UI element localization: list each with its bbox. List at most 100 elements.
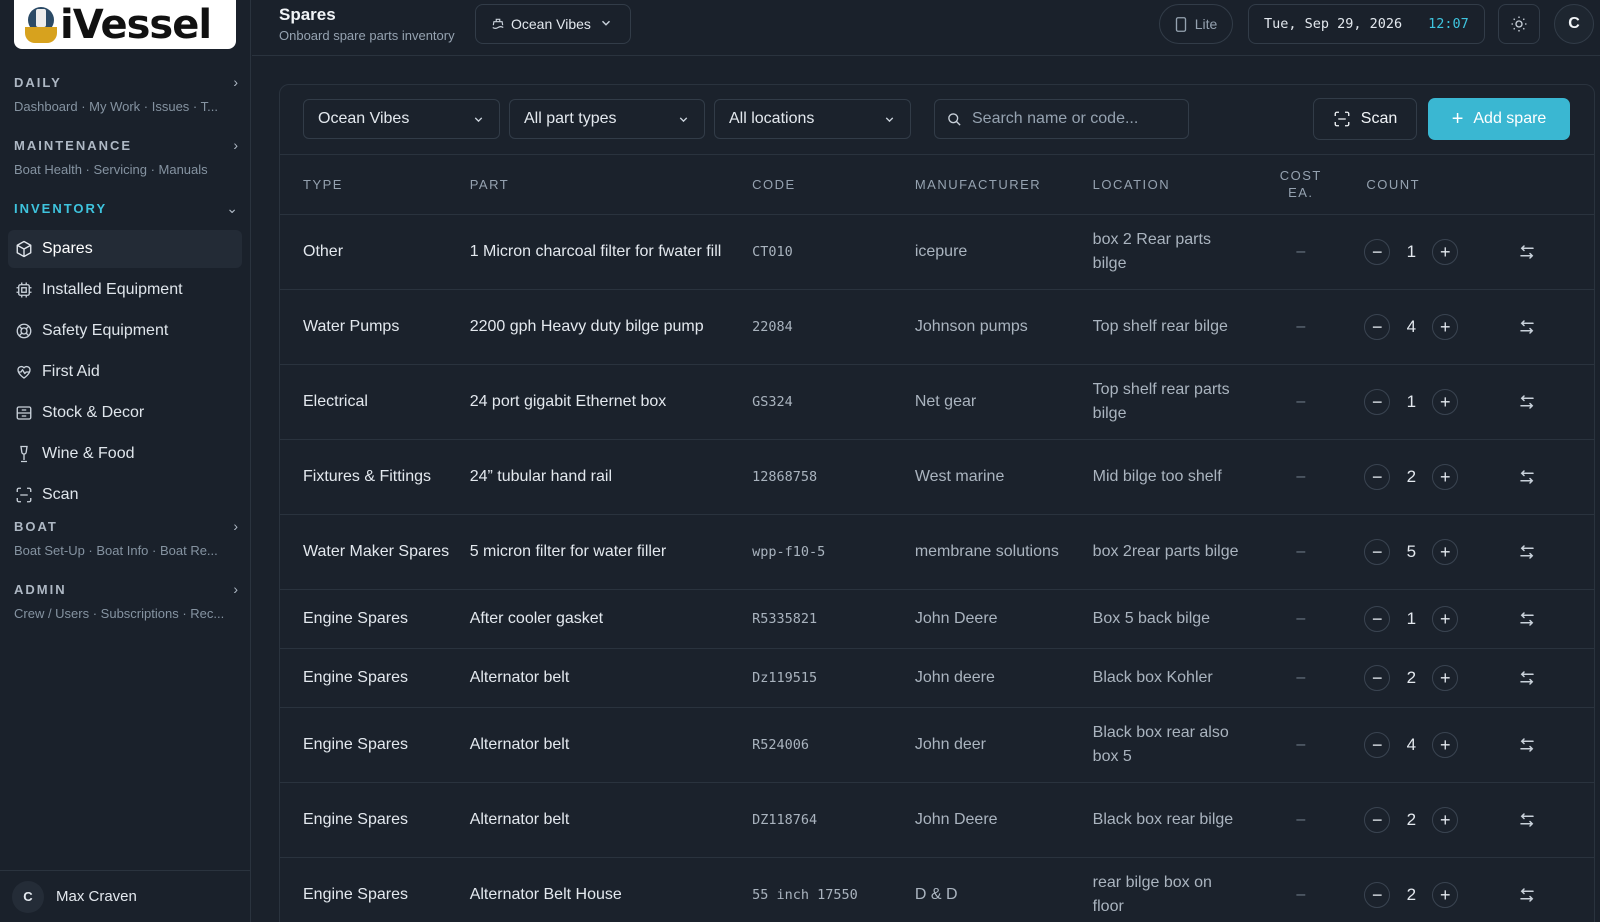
sidebar-item-scan[interactable]: Scan bbox=[8, 476, 242, 514]
decrement-button[interactable]: − bbox=[1364, 538, 1391, 565]
cell-count: −4 + bbox=[1329, 707, 1461, 783]
count-value: 2 bbox=[1406, 884, 1417, 904]
increment-button[interactable]: + bbox=[1432, 538, 1459, 565]
decrement-button[interactable]: − bbox=[1364, 731, 1391, 758]
cell-part: 1 Micron charcoal filter for fwater fill bbox=[469, 214, 753, 290]
box-icon bbox=[16, 240, 32, 258]
increment-button[interactable]: + bbox=[1432, 731, 1459, 758]
decrement-button[interactable]: − bbox=[1364, 238, 1391, 265]
cell-location: rear bilge box on floor bbox=[1092, 857, 1273, 922]
transfer-icon[interactable] bbox=[1518, 669, 1536, 687]
boat-logo-icon bbox=[22, 5, 58, 45]
decrement-button[interactable]: − bbox=[1364, 313, 1391, 340]
nav-section-boat[interactable]: BOAT › Boat Set-Up · Boat Info · Boat Re.… bbox=[14, 517, 238, 558]
add-spare-button[interactable]: + Add spare bbox=[1428, 98, 1570, 140]
decrement-button[interactable]: − bbox=[1364, 463, 1391, 490]
scan-icon bbox=[16, 487, 32, 503]
chevron-right-icon: › bbox=[233, 518, 238, 534]
cell-type: Water Pumps bbox=[280, 289, 470, 365]
increment-button[interactable]: + bbox=[1432, 664, 1459, 691]
sidebar-item-safety-equipment[interactable]: Safety Equipment bbox=[8, 312, 242, 350]
transfer-icon[interactable] bbox=[1518, 543, 1536, 561]
column-header-type[interactable]: TYPE bbox=[280, 155, 470, 215]
inventory-nav-items: Spares Installed Equipment Safety Equipm… bbox=[8, 230, 242, 517]
increment-button[interactable]: + bbox=[1432, 463, 1459, 490]
vessel-selector[interactable]: Ocean Vibes bbox=[475, 4, 631, 44]
column-header-count[interactable]: COUNT bbox=[1329, 155, 1461, 215]
cell-actions bbox=[1460, 648, 1594, 708]
table-row[interactable]: Other 1 Micron charcoal filter for fwater… bbox=[280, 214, 1594, 290]
heart-pulse-icon bbox=[17, 365, 31, 379]
app-logo[interactable]: iVessel bbox=[14, 0, 236, 49]
sidebar-item-installed-equipment[interactable]: Installed Equipment bbox=[8, 271, 242, 309]
table-row[interactable]: Engine Spares Alternator belt DZ118764 John… bbox=[280, 782, 1594, 858]
column-header-code[interactable]: CODE bbox=[752, 155, 915, 215]
current-time: 12:07 bbox=[1428, 16, 1469, 32]
nav-section-daily[interactable]: DAILY › Dashboard · My Work · Issues · T.… bbox=[14, 73, 238, 114]
cell-cost: – bbox=[1272, 857, 1330, 922]
transfer-icon[interactable] bbox=[1518, 610, 1536, 628]
increment-button[interactable]: + bbox=[1432, 238, 1459, 265]
transfer-icon[interactable] bbox=[1518, 318, 1536, 336]
user-avatar-button[interactable]: C bbox=[1554, 4, 1594, 44]
cell-code: 22084 bbox=[752, 289, 915, 365]
table-row[interactable]: Engine Spares Alternator belt Dz119515 John… bbox=[280, 648, 1594, 708]
location-filter-select[interactable]: All locations bbox=[714, 99, 911, 139]
increment-button[interactable]: + bbox=[1432, 881, 1459, 908]
scan-button[interactable]: Scan bbox=[1313, 98, 1417, 140]
lite-mode-toggle[interactable]: Lite bbox=[1159, 4, 1233, 44]
column-header-cost[interactable]: COST EA. bbox=[1272, 155, 1330, 215]
cell-part: Alternator belt bbox=[469, 648, 753, 708]
cell-actions bbox=[1460, 439, 1594, 515]
column-header-actions bbox=[1460, 155, 1594, 215]
table-row[interactable]: Water Maker Spares 5 micron filter for wa… bbox=[280, 514, 1594, 590]
nav-section-inventory[interactable]: INVENTORY ⌄ bbox=[14, 199, 238, 217]
table-row[interactable]: Electrical 24 port gigabit Ethernet box GS… bbox=[280, 364, 1594, 440]
decrement-button[interactable]: − bbox=[1364, 388, 1391, 415]
table-row[interactable]: Fixtures & Fittings 24” tubular hand rail… bbox=[280, 439, 1594, 515]
sidebar-item-first-aid[interactable]: First Aid bbox=[8, 353, 242, 391]
cell-count: −1 + bbox=[1329, 589, 1461, 649]
part-type-filter-select[interactable]: All part types bbox=[509, 99, 705, 139]
transfer-icon[interactable] bbox=[1518, 243, 1536, 261]
column-header-manufacturer[interactable]: MANUFACTURER bbox=[914, 155, 1093, 215]
transfer-icon[interactable] bbox=[1518, 736, 1536, 754]
decrement-button[interactable]: − bbox=[1364, 605, 1391, 632]
increment-button[interactable]: + bbox=[1432, 388, 1459, 415]
search-input[interactable] bbox=[972, 110, 1182, 128]
avatar: C bbox=[12, 880, 44, 913]
transfer-icon[interactable] bbox=[1518, 468, 1536, 486]
user-name: Max Craven bbox=[56, 888, 137, 905]
nav-section-maintenance[interactable]: MAINTENANCE › Boat Health · Servicing · M… bbox=[14, 136, 238, 177]
table-row[interactable]: Water Pumps 2200 gph Heavy duty bilge pum… bbox=[280, 289, 1594, 365]
cell-type: Other bbox=[280, 214, 470, 290]
vessel-filter-select[interactable]: Ocean Vibes bbox=[303, 99, 500, 139]
sidebar-item-label: Installed Equipment bbox=[42, 281, 183, 298]
cell-actions bbox=[1460, 514, 1594, 590]
chevron-down-icon bbox=[679, 116, 688, 122]
increment-button[interactable]: + bbox=[1432, 806, 1459, 833]
cell-location: Mid bilge too shelf bbox=[1092, 439, 1273, 515]
transfer-icon[interactable] bbox=[1518, 811, 1536, 829]
increment-button[interactable]: + bbox=[1432, 605, 1459, 632]
nav-section-admin[interactable]: ADMIN › Crew / Users · Subscriptions · Re… bbox=[14, 580, 238, 621]
sidebar-item-stock-decor[interactable]: Stock & Decor bbox=[8, 394, 242, 432]
current-user[interactable]: C Max Craven bbox=[0, 870, 251, 922]
increment-button[interactable]: + bbox=[1432, 313, 1459, 340]
cell-count: −2 + bbox=[1329, 439, 1461, 515]
transfer-icon[interactable] bbox=[1518, 886, 1536, 904]
theme-toggle-button[interactable] bbox=[1498, 4, 1540, 44]
page-subtitle: Onboard spare parts inventory bbox=[279, 28, 455, 43]
transfer-icon[interactable] bbox=[1518, 393, 1536, 411]
table-row[interactable]: Engine Spares Alternator belt R524006 John … bbox=[280, 707, 1594, 783]
column-header-location[interactable]: LOCATION bbox=[1092, 155, 1273, 215]
column-header-part[interactable]: PART bbox=[469, 155, 753, 215]
sidebar-item-spares[interactable]: Spares bbox=[8, 230, 242, 268]
table-body: Other 1 Micron charcoal filter for fwater… bbox=[280, 214, 1594, 922]
decrement-button[interactable]: − bbox=[1364, 806, 1391, 833]
decrement-button[interactable]: − bbox=[1364, 664, 1391, 691]
decrement-button[interactable]: − bbox=[1364, 881, 1391, 908]
sidebar-item-wine-food[interactable]: Wine & Food bbox=[8, 435, 242, 473]
table-row[interactable]: Engine Spares After cooler gasket R5335821… bbox=[280, 589, 1594, 649]
table-row[interactable]: Engine Spares Alternator Belt House 55 inc… bbox=[280, 857, 1594, 922]
